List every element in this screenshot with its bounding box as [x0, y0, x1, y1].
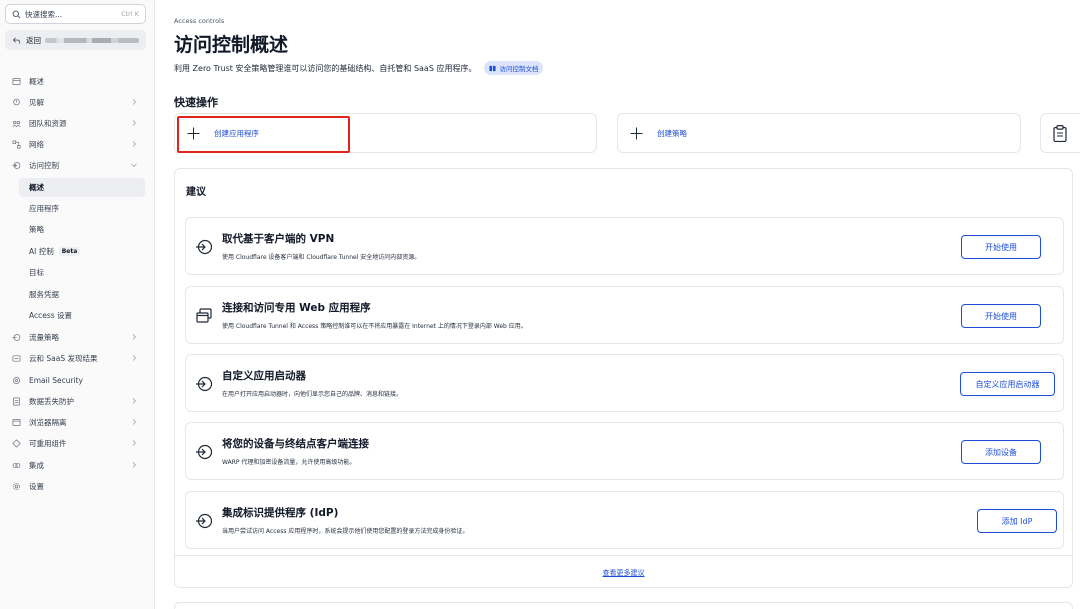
sidebar-subitem-targets[interactable]: 目标: [19, 263, 145, 282]
suggestion-title: 集成标识提供程序 (IdP): [222, 507, 339, 519]
sidebar-item-networks[interactable]: 网络: [5, 135, 146, 154]
next-section-card: [174, 602, 1073, 609]
sidebar-item-access-controls[interactable]: 访问控制: [5, 156, 146, 175]
create-application-label: 创建应用程序: [214, 128, 259, 138]
page-subtitle: 利用 Zero Trust 安全策略管理谁可以访问您的基础结构、自托管和 Saa…: [174, 61, 544, 75]
chevron-right-icon: [132, 419, 137, 425]
chevron-right-icon: [132, 334, 137, 340]
view-more-suggestions-link[interactable]: 查看更多建议: [175, 568, 1072, 578]
chevron-right-icon: [132, 440, 137, 446]
traffic-icon: [12, 334, 21, 341]
search-input[interactable]: 快速搜索... Ctrl K: [5, 4, 146, 24]
sidebar-item-teams[interactable]: 团队和资源: [5, 114, 146, 133]
chevron-right-icon: [132, 398, 137, 404]
sidebar-item-browser-isolation[interactable]: 浏览器隔离: [5, 413, 146, 432]
chevron-right-icon: [132, 355, 137, 361]
sidebar-item-email-security[interactable]: Email Security: [5, 371, 146, 390]
suggestion-card-vpn: 取代基于客户端的 VPN 使用 Cloudflare 设备客户端和 Cloudf…: [185, 217, 1064, 275]
search-placeholder: 快速搜索...: [25, 9, 63, 19]
web-app-icon: [196, 308, 212, 323]
network-icon: [12, 140, 21, 149]
sidebar-subitem-access-settings[interactable]: Access 设置: [19, 306, 145, 325]
quick-actions-title: 快速操作: [174, 96, 218, 109]
suggestion-card-launcher: 自定义应用启动器 在用户打开应用启动器时，向他们显示您自己的品牌、消息和链接。 …: [185, 354, 1064, 412]
chevron-down-icon: [131, 163, 137, 168]
redacted-account-name: [45, 37, 139, 43]
sidebar-subitem-policies[interactable]: 策略: [19, 220, 145, 239]
suggestion-desc: 在用户打开应用启动器时，向他们显示您自己的品牌、消息和链接。: [222, 391, 403, 398]
beta-badge: Beta: [58, 247, 81, 256]
clipboard-icon: [1053, 125, 1067, 142]
subtitle-text: 利用 Zero Trust 安全策略管理谁可以访问您的基础结构、自托管和 Saa…: [174, 63, 477, 73]
get-started-button[interactable]: 开始使用: [961, 235, 1041, 259]
suggestion-card-web-app: 连接和访问专用 Web 应用程序 使用 Cloudflare Tunnel 和 …: [185, 286, 1064, 344]
add-idp-button[interactable]: 添加 IdP: [977, 509, 1057, 533]
plus-icon: [187, 127, 200, 139]
suggestion-desc: 当用户尝试访问 Access 应用程序时，系统会提示他们使用您配置的登录方法完成…: [222, 528, 469, 535]
suggestions-title: 建议: [186, 187, 206, 198]
sidebar-item-dlp[interactable]: 数据丢失防护: [5, 392, 146, 411]
chevron-right-icon: [132, 99, 137, 105]
suggestion-desc: 使用 Cloudflare Tunnel 和 Access 策略控制谁可以在不将…: [222, 323, 527, 330]
idp-icon: [196, 513, 213, 529]
get-started-button[interactable]: 开始使用: [961, 304, 1041, 328]
sidebar-subitem-ai-controls[interactable]: AI 控制 Beta: [19, 242, 145, 261]
suggestion-card-device: 将您的设备与终结点客户端连接 WARP 代理和加密设备流量，允许使用高级功能。 …: [185, 422, 1064, 480]
suggestion-title: 将您的设备与终结点客户端连接: [222, 438, 369, 450]
sidebar-item-integrations[interactable]: 集成: [5, 456, 146, 475]
suggestion-title: 连接和访问专用 Web 应用程序: [222, 302, 371, 314]
plus-icon: [630, 127, 643, 139]
suggestion-title: 自定义应用启动器: [222, 370, 306, 382]
browser-icon: [12, 418, 21, 427]
sidebar: 快速搜索... Ctrl K 返回 概述 见解 团队和资源 网络 访问控制 概述…: [0, 0, 155, 609]
breadcrumb: Access controls: [174, 17, 225, 25]
sidebar-item-settings[interactable]: 设置: [5, 477, 146, 496]
add-device-button[interactable]: 添加设备: [961, 440, 1041, 464]
search-icon: [12, 10, 21, 18]
gear-icon: [12, 482, 21, 491]
suggestion-card-idp: 集成标识提供程序 (IdP) 当用户尝试访问 Access 应用程序时，系统会提…: [185, 491, 1064, 549]
suggestion-desc: WARP 代理和加密设备流量，允许使用高级功能。: [222, 459, 356, 466]
create-policy-card[interactable]: 创建策略: [617, 113, 1021, 153]
sidebar-item-insights[interactable]: 见解: [5, 93, 146, 112]
sidebar-subitem-overview[interactable]: 概述: [19, 178, 145, 197]
divider: [175, 555, 1072, 556]
docs-link[interactable]: 访问控制文档: [484, 61, 544, 75]
create-policy-label: 创建策略: [657, 128, 687, 138]
create-application-card[interactable]: 创建应用程序: [174, 113, 597, 153]
vpn-icon: [196, 239, 213, 255]
sidebar-subitem-applications[interactable]: 应用程序: [19, 199, 145, 218]
chevron-right-icon: [132, 120, 137, 126]
launcher-icon: [196, 376, 213, 392]
back-arrow-icon: [12, 37, 21, 44]
back-button[interactable]: 返回: [5, 30, 146, 50]
sidebar-item-overview[interactable]: 概述: [5, 72, 146, 91]
component-icon: [12, 439, 21, 448]
customize-launcher-button[interactable]: 自定义应用启动器: [960, 372, 1055, 396]
back-label: 返回: [26, 35, 41, 45]
cloud-icon: [12, 355, 21, 362]
sidebar-subitem-service-credentials[interactable]: 服务凭据: [19, 285, 145, 304]
email-icon: [12, 376, 21, 385]
integration-icon: [12, 463, 21, 468]
suggestions-panel: 建议 取代基于客户端的 VPN 使用 Cloudflare 设备客户端和 Clo…: [174, 168, 1073, 588]
device-icon: [196, 444, 213, 460]
page-title: 访问控制概述: [174, 34, 289, 56]
chevron-right-icon: [132, 141, 137, 147]
lightbulb-icon: [13, 98, 20, 106]
access-icon: [12, 162, 21, 169]
search-shortcut: Ctrl K: [121, 10, 139, 18]
suggestion-title: 取代基于客户端的 VPN: [222, 233, 335, 245]
calendar-icon: [12, 77, 21, 86]
team-icon: [12, 120, 21, 128]
suggestion-desc: 使用 Cloudflare 设备客户端和 Cloudflare Tunnel 安…: [222, 254, 421, 261]
chevron-right-icon: [132, 462, 137, 468]
sidebar-item-cloud-saas[interactable]: 云和 SaaS 发现结果: [5, 349, 146, 368]
dlp-icon: [12, 397, 21, 406]
sidebar-item-reusable-components[interactable]: 可重用组件: [5, 434, 146, 453]
sidebar-item-traffic-policies[interactable]: 流量策略: [5, 328, 146, 347]
quick-action-card-partial[interactable]: [1040, 113, 1080, 153]
book-icon: [489, 65, 497, 71]
